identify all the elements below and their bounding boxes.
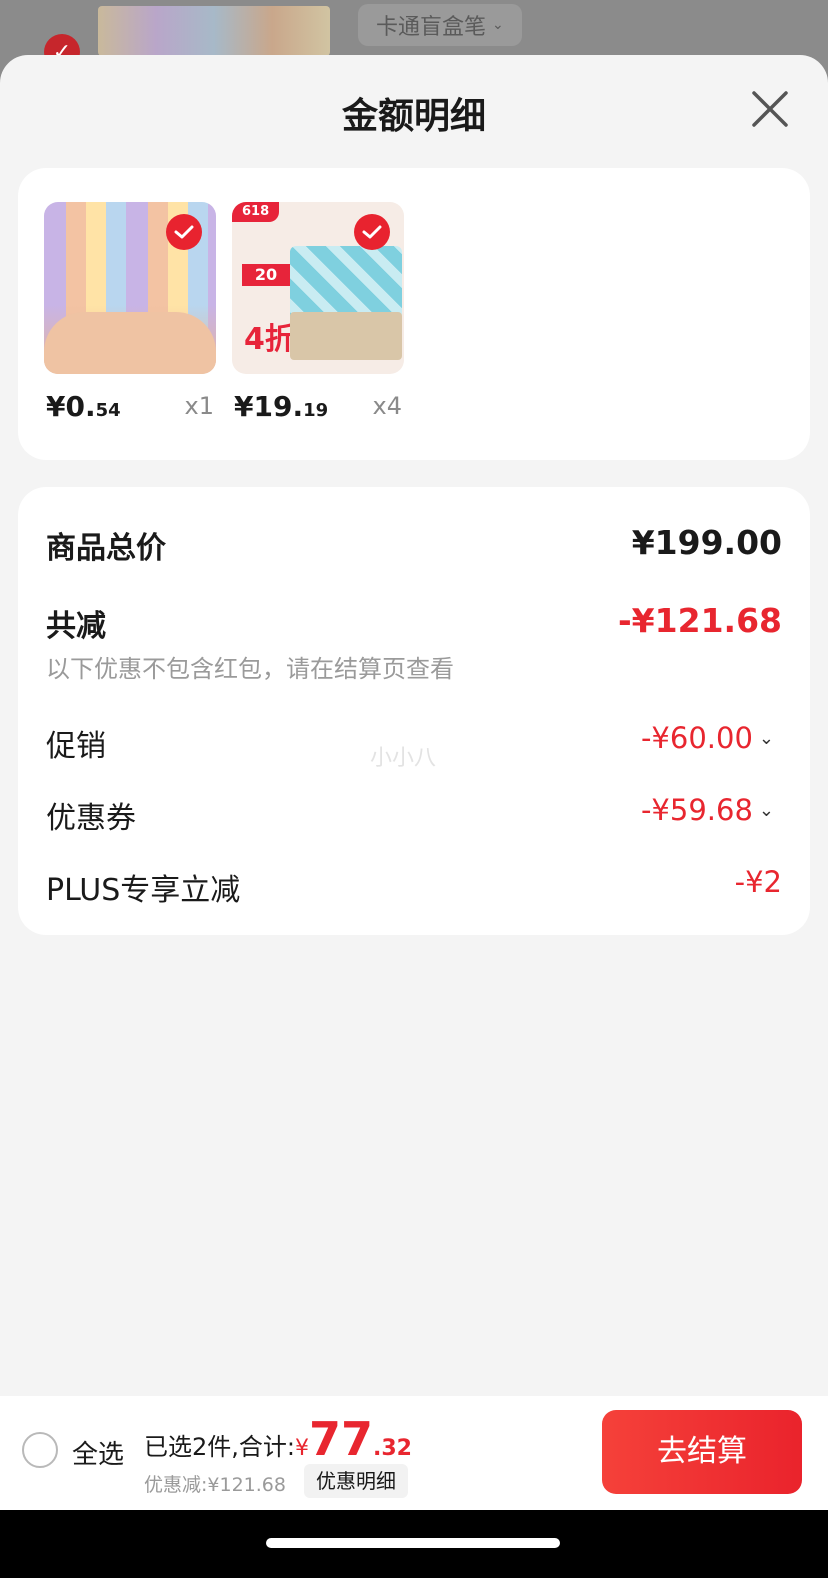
total-price-row: 商品总价 ¥199.00	[46, 523, 782, 567]
discount-text: 优惠减:¥121.68	[144, 1474, 286, 1496]
background-product-thumbnail	[98, 6, 330, 56]
select-all-label[interactable]: 全选	[72, 1434, 124, 1471]
system-home-area	[0, 1510, 828, 1578]
coupon-value-group: -¥59.68 ⌄	[641, 793, 774, 828]
product-price: ¥19.19	[234, 390, 329, 423]
reduction-value: -¥121.68	[617, 601, 782, 640]
total-decimal: .32	[373, 1436, 412, 1461]
total-price-label: 商品总价	[46, 531, 166, 566]
plus-discount-label: PLUS专享立减	[46, 873, 241, 908]
background-variant-label: 卡通盲盒笔	[376, 15, 487, 40]
discount-detail-button[interactable]: 优惠明细	[304, 1464, 408, 1498]
product-image-tissue[interactable]: 618 20 4折	[232, 202, 404, 374]
product-quantity: x1	[184, 392, 214, 420]
total-price-value: ¥199.00	[631, 523, 782, 562]
hands-illustration	[44, 312, 216, 374]
watermark: 小小八	[370, 746, 437, 771]
amount-detail-sheet: 金额明细 ¥0.54 x1 618 20 4折 ¥19.19 x4 商品总价 ¥…	[0, 55, 828, 1578]
chevron-down-icon: ⌄	[492, 17, 504, 33]
product-image-pens[interactable]	[44, 202, 216, 374]
coupon-label: 优惠券	[46, 801, 136, 836]
check-icon	[166, 214, 202, 250]
total-currency: ¥	[294, 1436, 309, 1461]
promotion-value-group: -¥60.00 ⌄	[641, 721, 774, 756]
product-list-card: ¥0.54 x1 618 20 4折 ¥19.19 x4	[18, 168, 810, 460]
product-quantity: x4	[372, 392, 402, 420]
reduction-hint: 以下优惠不包含红包，请在结算页查看	[46, 655, 454, 683]
total-integer: 77	[308, 1412, 373, 1466]
chevron-down-icon: ⌄	[758, 728, 774, 749]
product-price: ¥0.54	[46, 390, 121, 423]
tissue-carton-illustration	[290, 312, 402, 360]
chevron-down-icon: ⌄	[758, 800, 774, 821]
promotion-label: 促销	[46, 729, 106, 764]
promo-discount: 4折	[244, 322, 295, 357]
coupon-row[interactable]: 优惠券 -¥59.68 ⌄	[46, 793, 782, 837]
close-button[interactable]	[748, 87, 792, 131]
background-cart-row: ✓ 卡通盲盒笔 ⌄	[0, 0, 828, 70]
plus-discount-value: -¥2	[734, 865, 782, 899]
reduction-row: 共减 -¥121.68	[46, 601, 782, 645]
selected-count-text: 已选2件,合计:	[144, 1433, 295, 1461]
product-item[interactable]: ¥0.54 x1	[44, 202, 216, 423]
coupon-value: -¥59.68	[640, 793, 753, 827]
reduction-label: 共减	[46, 609, 106, 644]
sheet-title: 金额明细	[341, 96, 486, 137]
select-all-radio[interactable]	[22, 1432, 58, 1468]
promo-tag: 20	[242, 264, 290, 286]
price-summary-card: 商品总价 ¥199.00 共减 -¥121.68 以下优惠不包含红包，请在结算页…	[18, 487, 810, 935]
promotion-value: -¥60.00	[640, 721, 753, 755]
check-icon	[354, 214, 390, 250]
home-indicator[interactable]	[266, 1538, 560, 1548]
checkout-bar: 全选 已选2件,合计:¥77.32 优惠减:¥121.68 优惠明细 去结算	[0, 1396, 828, 1510]
background-variant-selector: 卡通盲盒笔 ⌄	[358, 4, 522, 46]
selected-total: 已选2件,合计:¥77.32	[144, 1412, 412, 1466]
plus-discount-row: PLUS专享立减 -¥2	[46, 865, 782, 909]
checkout-button[interactable]: 去结算	[602, 1410, 802, 1494]
promo-badge: 618	[232, 202, 280, 222]
product-item[interactable]: 618 20 4折 ¥19.19 x4	[232, 202, 404, 423]
close-icon	[752, 91, 788, 127]
